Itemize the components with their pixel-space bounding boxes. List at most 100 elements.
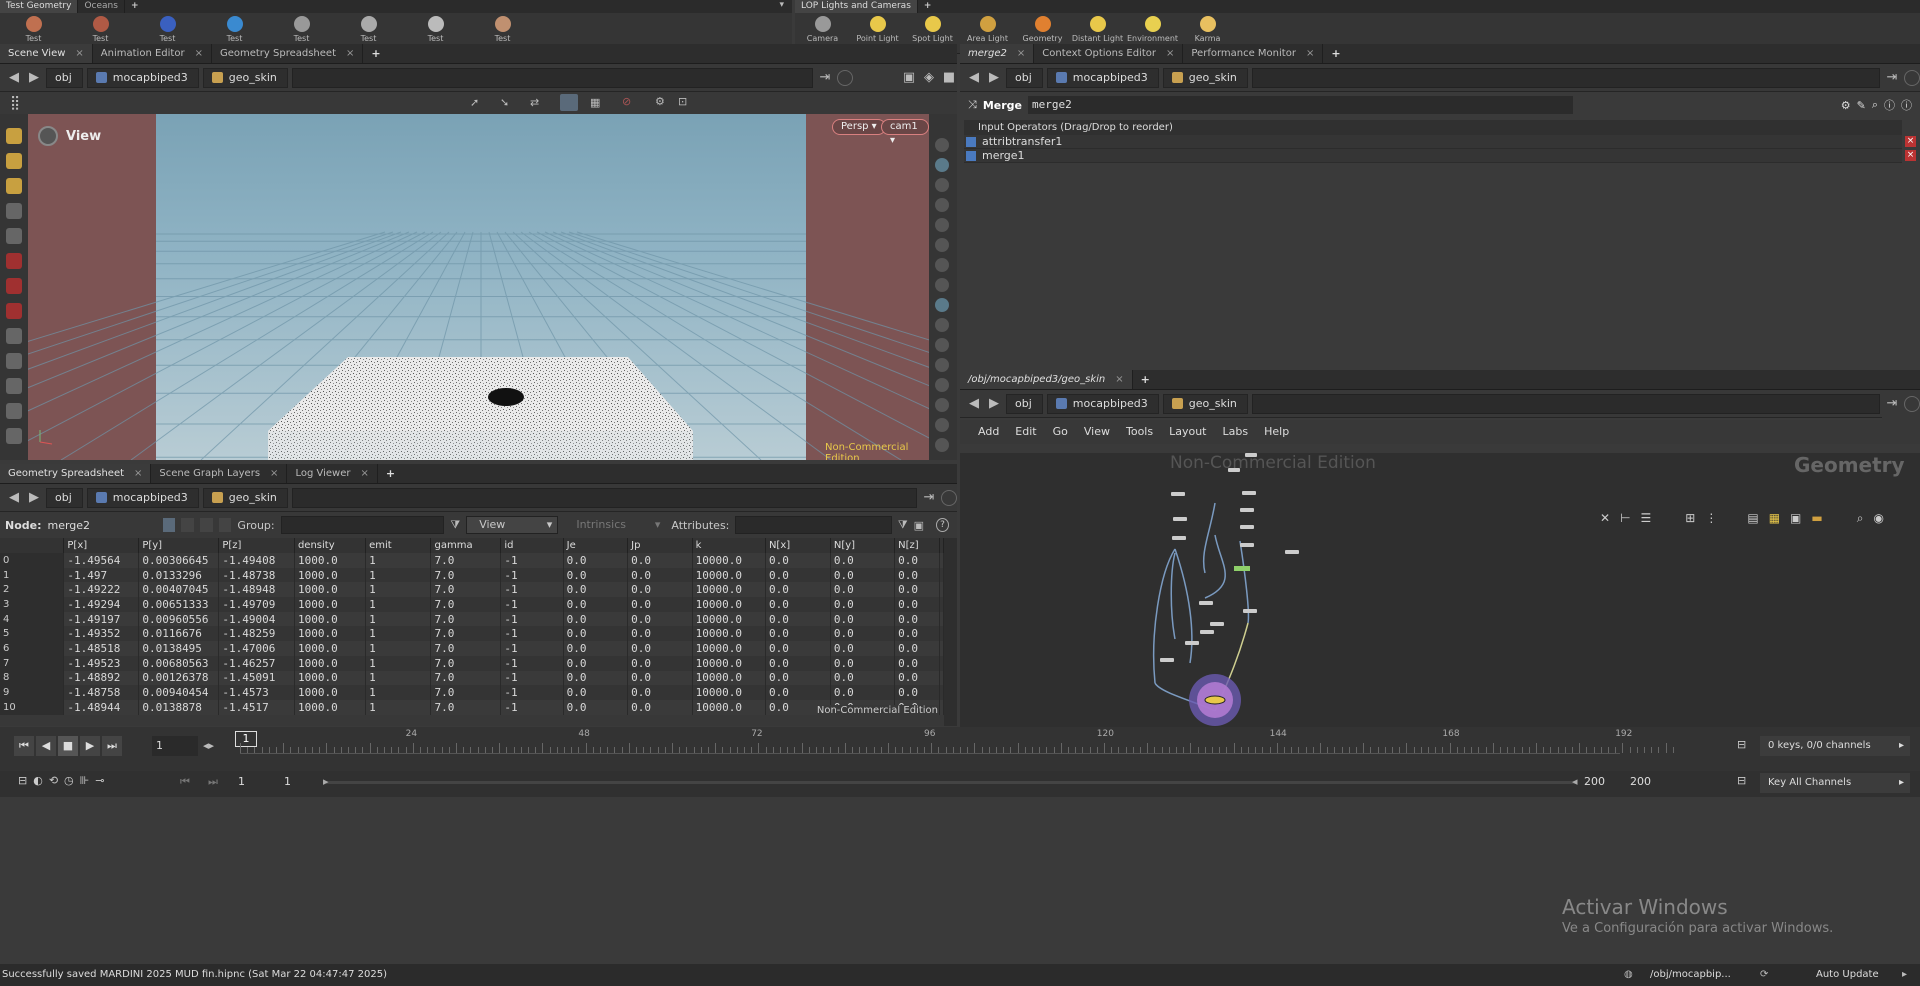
auto-update-dropdown[interactable]: Auto Update xyxy=(1816,964,1879,986)
tree-icon[interactable]: ⊢ xyxy=(1620,511,1630,526)
menu-item[interactable]: Edit xyxy=(1015,425,1036,438)
key-icon[interactable]: ⊸ xyxy=(95,774,104,787)
column-header[interactable]: k xyxy=(692,538,766,553)
column-header[interactable]: gamma xyxy=(430,538,502,553)
search-icon[interactable]: ⌕ xyxy=(1872,98,1878,112)
breadcrumb-geo[interactable]: geo_skin xyxy=(202,487,288,508)
pin-icon[interactable]: ⇥ xyxy=(1884,396,1900,411)
filter-icon[interactable]: ⧩ xyxy=(898,518,908,532)
wrench-icon[interactable]: ✕ xyxy=(1600,511,1610,526)
table-row[interactable]: 1 -1.497 0.0133296 -1.48738 1000.0 1 7.0 -1 0.0 0… xyxy=(0,567,944,583)
render-region-icon[interactable]: ⚙ xyxy=(655,95,665,108)
path-dropdown[interactable] xyxy=(1251,67,1880,88)
last-frame-icon[interactable]: ⏭ xyxy=(102,736,122,756)
breadcrumb-object[interactable]: mocapbiped3 xyxy=(1046,393,1159,414)
keys-icon[interactable]: ⊟ xyxy=(1737,738,1746,751)
split-icon[interactable]: ▣ xyxy=(914,519,924,532)
node-graph[interactable] xyxy=(960,453,1920,727)
display-option-icon[interactable] xyxy=(935,238,949,252)
update-icon[interactable]: ⟳ xyxy=(1760,964,1768,986)
camera-menu[interactable]: cam1 ▾ xyxy=(881,119,929,146)
attributes-field[interactable] xyxy=(735,516,892,534)
breadcrumb-obj[interactable]: obj xyxy=(46,67,83,88)
rotate-icon[interactable] xyxy=(6,253,22,269)
input-operator-row[interactable]: attribtransfer1 × xyxy=(964,135,1916,149)
help-icon[interactable]: ⓘ xyxy=(1901,97,1912,113)
shelf-tab-oceans[interactable]: Oceans xyxy=(78,0,125,13)
menu-item[interactable]: View xyxy=(1084,425,1110,438)
info-icon[interactable]: ⓘ xyxy=(1884,97,1895,113)
snapshot-icon[interactable]: ◈ xyxy=(921,70,937,85)
end-frame-field[interactable]: 200 xyxy=(1584,775,1605,788)
column-header[interactable]: N[y] xyxy=(830,538,896,553)
back-arrow-icon[interactable]: ◀ xyxy=(6,70,22,85)
select-icon[interactable] xyxy=(6,128,22,144)
forward-arrow-icon[interactable]: ▶ xyxy=(986,70,1002,85)
breadcrumb-obj[interactable]: obj xyxy=(46,487,83,508)
end-frame-field-2[interactable]: 200 xyxy=(1630,775,1651,788)
back-arrow-icon[interactable]: ◀ xyxy=(966,396,982,411)
breadcrumb-geo[interactable]: geo_skin xyxy=(202,67,288,88)
note-icon[interactable]: ▦ xyxy=(1769,511,1780,526)
close-icon[interactable]: × xyxy=(1115,370,1123,389)
table-row[interactable]: 2 -1.49222 0.00407045 -1.48948 1000.0 1 7.0 -1 0… xyxy=(0,582,944,598)
handle-tool-icon[interactable]: ⇄ xyxy=(530,96,539,109)
grid-icon[interactable]: ⊞ xyxy=(1685,511,1695,526)
breadcrumb-object[interactable]: mocapbiped3 xyxy=(86,487,199,508)
node-name-field[interactable]: merge2 xyxy=(1027,96,1573,114)
table-row[interactable]: 3 -1.49294 0.00651333 -1.49709 1000.0 1 7.0 -1 0… xyxy=(0,597,944,612)
loop-icon[interactable]: ⟲ xyxy=(49,774,58,787)
chat-icon[interactable]: ◍ xyxy=(1624,964,1633,986)
transform-tool-icon[interactable]: ➘ xyxy=(500,96,509,109)
back-arrow-icon[interactable]: ◀ xyxy=(6,490,22,505)
display-option-icon[interactable] xyxy=(935,178,949,192)
table-row[interactable]: 4 -1.49197 0.00960556 -1.49004 1000.0 1 7.0 -1 0… xyxy=(0,611,944,627)
input-operator-row[interactable]: merge1 × xyxy=(964,149,1916,163)
path-dropdown[interactable] xyxy=(1251,393,1880,414)
breadcrumb-obj[interactable]: obj xyxy=(1006,393,1043,414)
tab-scene-graph-layers[interactable]: Scene Graph Layers × xyxy=(151,464,288,483)
menu-item[interactable]: Add xyxy=(978,425,999,438)
step-arrows-icon[interactable]: ◂▸ xyxy=(203,739,214,752)
brush-icon[interactable] xyxy=(6,403,22,419)
menu-item[interactable]: Tools xyxy=(1126,425,1153,438)
display-option-icon[interactable] xyxy=(935,258,949,272)
next-key-icon[interactable]: ⏭ xyxy=(208,775,218,789)
add-shelf-tab-button[interactable]: + xyxy=(125,0,145,13)
zoom-icon[interactable]: ⌕ xyxy=(1857,511,1864,526)
menu-item[interactable]: Layout xyxy=(1169,425,1206,438)
sticky-icon[interactable]: ▤ xyxy=(1747,511,1758,526)
close-icon[interactable]: × xyxy=(75,44,83,63)
column-header[interactable]: emit xyxy=(365,538,432,553)
breadcrumb-geo[interactable]: geo_skin xyxy=(1162,393,1248,414)
column-header[interactable]: Jp xyxy=(627,538,693,553)
help-icon[interactable]: ? xyxy=(936,518,949,532)
display-option-icon[interactable] xyxy=(935,398,949,412)
breadcrumb-geo[interactable]: geo_skin xyxy=(1162,67,1248,88)
vertices-icon[interactable] xyxy=(181,518,194,532)
breadcrumb-object[interactable]: mocapbiped3 xyxy=(1046,67,1159,88)
column-header[interactable]: P[y] xyxy=(138,538,220,553)
column-header[interactable]: Je xyxy=(563,538,629,553)
display-option-icon[interactable] xyxy=(935,158,949,172)
folder-icon[interactable]: ▬ xyxy=(1811,511,1822,526)
key-all-icon[interactable]: ⊟ xyxy=(1737,774,1746,787)
menu-item[interactable]: Help xyxy=(1264,425,1289,438)
link-icon[interactable] xyxy=(1904,395,1920,412)
spreadsheet-grid[interactable]: P[x] P[y] P[z] density emit gamma id Je Jp k N[x] N… xyxy=(0,538,944,718)
display-option-icon[interactable] xyxy=(935,318,949,332)
display-option-icon[interactable] xyxy=(935,198,949,212)
range-start-handle[interactable]: ▸ xyxy=(323,775,329,788)
table-row[interactable]: 0 -1.49564 0.00306645 -1.49408 1000.0 1 7.0 -1 0… xyxy=(0,553,944,568)
close-icon[interactable]: × xyxy=(1017,44,1025,63)
key-all-channels-button[interactable]: Key All Channels ▸ xyxy=(1760,773,1910,793)
prev-key-icon[interactable]: ⏮ xyxy=(180,775,190,789)
add-shelf-tab-button-right[interactable]: + xyxy=(918,0,938,13)
tab-log-viewer[interactable]: Log Viewer × xyxy=(287,464,378,483)
tab-animation-editor[interactable]: Animation Editor × xyxy=(93,44,212,63)
gear-icon[interactable]: ⚙ xyxy=(1841,99,1851,112)
breadcrumb-obj[interactable]: obj xyxy=(1006,67,1043,88)
table-row[interactable]: 9 -1.48758 0.00940454 -1.4573 1000.0 1 7.0 -1 0.… xyxy=(0,685,944,700)
display-options-icon[interactable]: ▣ xyxy=(901,70,917,85)
shelf-menu-arrow-icon[interactable]: ▾ xyxy=(771,0,792,13)
